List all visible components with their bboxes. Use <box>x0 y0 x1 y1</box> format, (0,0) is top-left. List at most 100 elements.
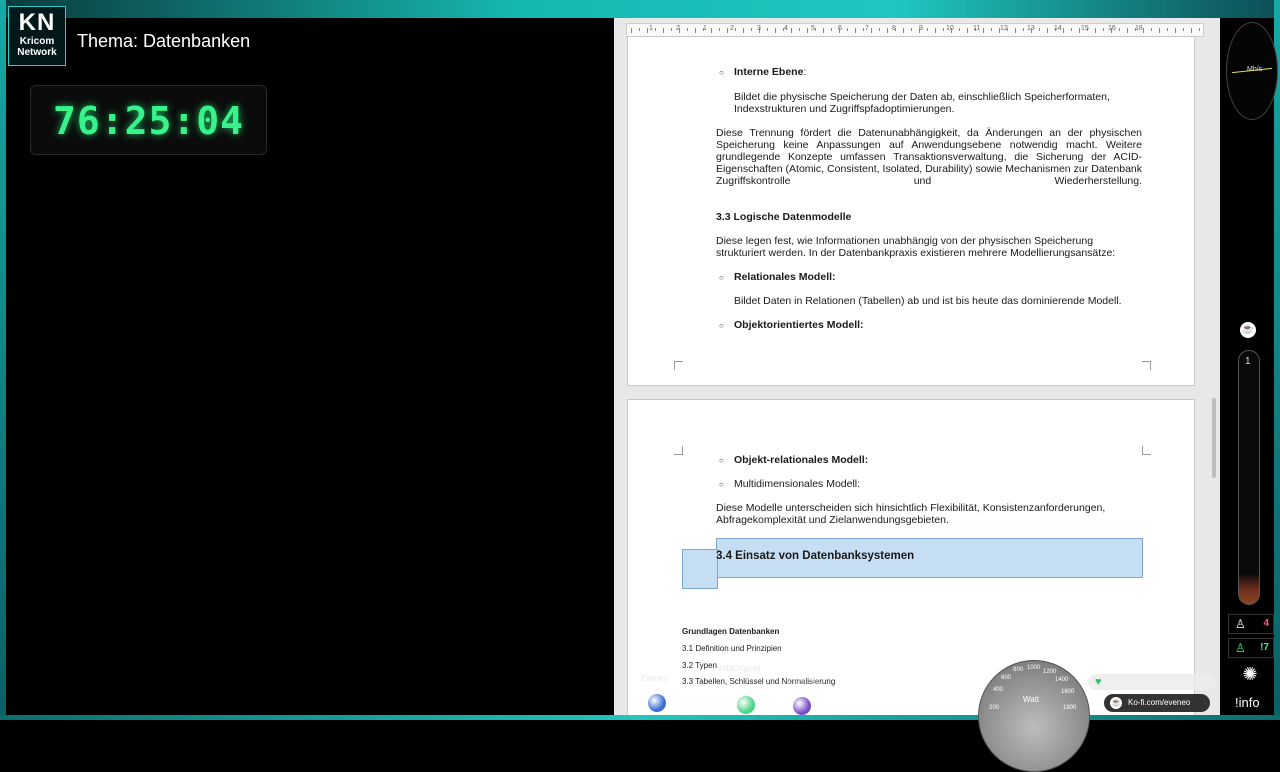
document-scrollbar[interactable] <box>1212 398 1216 478</box>
ruler-tick <box>655 28 656 31</box>
ruler-tick <box>647 28 648 33</box>
word: Wiederherstellung. <box>1054 175 1142 187</box>
margin-corner-mark <box>1142 446 1151 455</box>
ruler-tick <box>983 28 984 33</box>
follower-count: ♙ !7 <box>1228 638 1274 658</box>
toc-item[interactable]: 3.2 Typen <box>682 661 717 670</box>
ruler-tick <box>887 28 888 33</box>
ruler-tick <box>1103 28 1104 31</box>
kofi-badge[interactable]: ☕ Ko-fi.com/eveneo <box>1104 694 1210 712</box>
progress-tube-value: 1 <box>1245 356 1251 367</box>
stream-frame-right <box>1274 0 1280 720</box>
ruler-number: 7 <box>865 25 869 32</box>
gauge-scale: 400 <box>993 687 1004 693</box>
follower-count-value: !7 <box>1260 642 1269 653</box>
document-page-2[interactable]: ○ Objekt-relationales Modell: ○ Multidim… <box>627 399 1195 715</box>
paragraph-line: strukturiert werden. In der Datenbankpra… <box>716 247 1116 259</box>
horizontal-ruler[interactable]: 1 2 1 2 3 4 5 6 7 8 9 10 11 12 13 14 15 16 18 <box>626 23 1204 37</box>
watt-label: Watt <box>1023 695 1040 704</box>
section-heading: 3.4 Einsatz von Datenbanksystemen <box>716 550 915 562</box>
toc-item[interactable]: 3.1 Definition und Prinzipien <box>682 644 782 653</box>
ruler-tick <box>1079 28 1080 33</box>
hashrate-label: Mh/s <box>1247 66 1263 73</box>
list-item-label: Objekt-relationales Modell: <box>734 454 869 466</box>
selection-highlight <box>682 549 718 589</box>
ruler-tick <box>903 28 904 33</box>
overlay-name: Eveneo <box>641 674 669 683</box>
stream-frame-left <box>0 0 6 720</box>
ruler-tick <box>927 28 928 31</box>
paragraph-line: grundlegende Konzepte umfassen Transakti… <box>716 151 1142 163</box>
ruler-tick <box>823 28 824 33</box>
list-item: Interne Ebene: <box>734 66 806 78</box>
ruler-number: 1 <box>703 25 707 32</box>
document-page-1[interactable]: ○ Interne Ebene: Bildet die physische Sp… <box>627 36 1195 386</box>
ruler-tick <box>1071 28 1072 31</box>
info-command: !info <box>1235 695 1260 710</box>
bullet-icon: ○ <box>719 273 724 282</box>
section-heading: 3.3 Logische Datenmodelle <box>716 211 852 223</box>
paragraph-line: Diese legen fest, wie Informationen unab… <box>716 235 1094 247</box>
heart-icon: ♥ <box>1095 676 1102 688</box>
info-icon[interactable]: ✺ <box>1236 664 1264 690</box>
kofi-cup-icon: ☕ <box>1110 697 1122 709</box>
ruler-tick <box>687 28 688 31</box>
ruler-tick <box>1167 28 1168 31</box>
logo-line2: Network <box>17 47 57 58</box>
gauge-scale: 1800 <box>1063 705 1077 711</box>
ruler-tick <box>663 28 664 33</box>
document-window[interactable]: 1 2 1 2 3 4 5 6 7 8 9 10 11 12 13 14 15 16 18 ○ Interne Eb… <box>614 18 1220 715</box>
viewer-count-value: 4 <box>1263 618 1269 629</box>
ruler-tick <box>711 28 712 33</box>
ruler-tick <box>855 28 856 33</box>
stream-frame-top <box>0 0 1280 18</box>
paragraph-line: Diese Trennung fördert die Datenunabhäng… <box>716 127 1142 139</box>
ruler-number: 10 <box>946 25 954 32</box>
ruler-number: 12 <box>1000 25 1008 32</box>
ruler-tick <box>1175 28 1176 33</box>
progress-tube <box>1238 350 1260 605</box>
ruler-number: 9 <box>919 25 923 32</box>
follower-icon: ♙ <box>1235 641 1246 655</box>
ruler-tick <box>935 28 936 33</box>
ruler-tick <box>671 28 672 31</box>
ruler-tick <box>791 28 792 33</box>
gauge-scale: 1600 <box>1061 689 1075 695</box>
ruler-tick <box>767 28 768 31</box>
ruler-number: 4 <box>784 25 788 32</box>
ruler-tick <box>719 28 720 31</box>
ruler-tick <box>1047 28 1048 33</box>
overlay-name: VidaOriginal <box>717 664 761 673</box>
ruler-tick <box>1127 28 1128 33</box>
ruler-tick <box>751 28 752 31</box>
ruler-tick <box>991 28 992 31</box>
logo-line1: Kricom <box>19 36 55 47</box>
overlay-name: Darkonia <box>787 677 820 686</box>
margin-corner-mark <box>674 446 683 455</box>
ruler-tick <box>1143 28 1144 33</box>
list-item-suffix: : <box>803 66 807 78</box>
paragraph-line: Abfragekomplexität und Zielanwendungsgeb… <box>716 514 949 526</box>
paragraph-line: Speicherung keine Anpassungen auf Anwend… <box>716 139 1142 151</box>
ruler-tick <box>639 28 640 31</box>
gauge-scale: 1000 <box>1027 665 1041 671</box>
heart-bar <box>1088 674 1216 690</box>
viewer-count: ♙ 4 <box>1228 614 1274 634</box>
ruler-number: 3 <box>757 25 761 32</box>
paragraph-line: Bildet Daten in Relationen (Tabellen) ab… <box>734 295 1122 307</box>
list-item-label: Objektorientiertes Modell: <box>734 319 864 331</box>
ruler-tick <box>1063 28 1064 33</box>
ruler-number: 16 <box>1108 25 1116 32</box>
toc-title: Grundlagen Datenbanken <box>682 627 780 636</box>
ruler-tick <box>695 28 696 33</box>
margin-corner-mark <box>674 361 683 370</box>
kn-logo: KN Kricom Network <box>8 6 66 66</box>
ruler-tick <box>735 28 736 31</box>
gauge-scale: 800 <box>1013 667 1024 673</box>
viewer-icon: ♙ <box>1235 617 1246 631</box>
paragraph-line: Bildet die physische Speicherung der Dat… <box>734 91 1110 103</box>
paragraph-line: Eigenschaften (Atomic, Consistent, Isola… <box>716 163 1142 175</box>
ruler-number: 15 <box>1081 25 1089 32</box>
ruler-tick <box>911 28 912 31</box>
coffee-cup-icon: ☕ <box>1240 322 1256 338</box>
